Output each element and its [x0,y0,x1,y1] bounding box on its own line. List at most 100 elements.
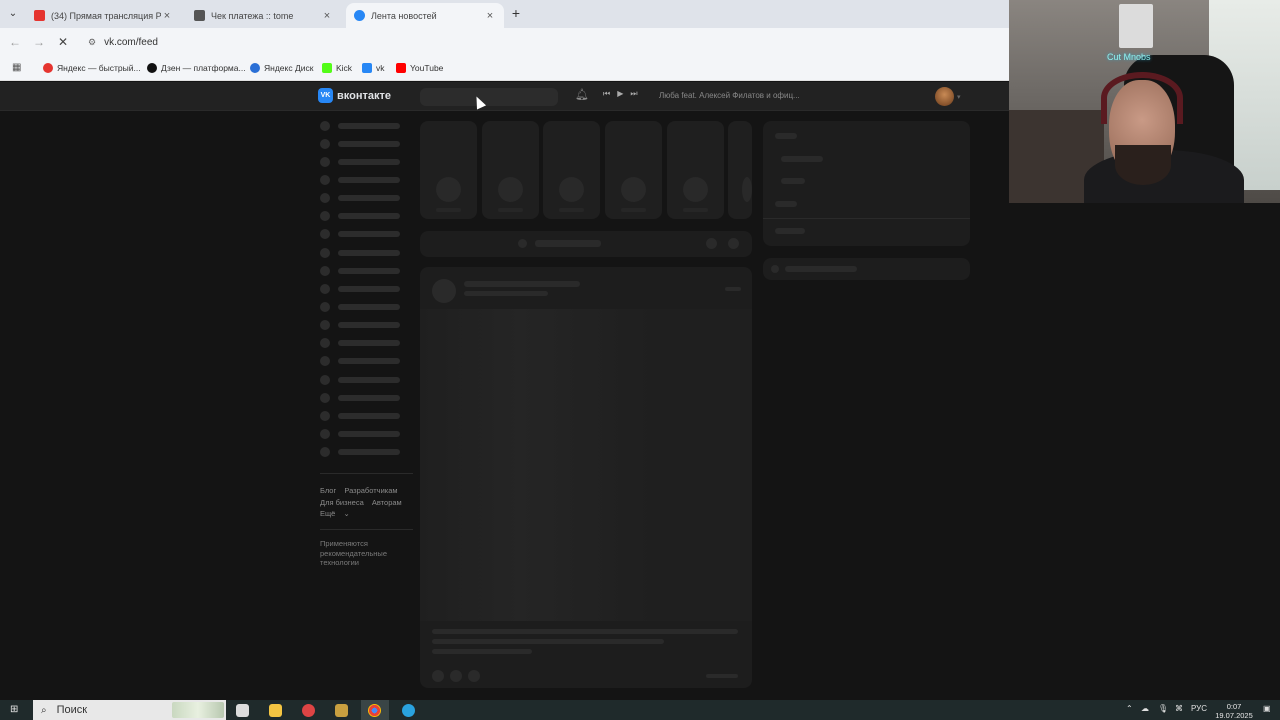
story-avatar-placeholder [436,177,461,202]
story-label-placeholder [683,208,708,212]
story-avatar-placeholder [621,177,646,202]
vk-search-input[interactable] [420,88,558,106]
tab-search-chevron-icon[interactable]: ⌄ [4,6,22,22]
tab-payment-receipt[interactable]: Чек платежа :: tome × [186,3,341,28]
site-settings-icon[interactable]: ⚙ [88,37,96,48]
next-track-icon[interactable]: ⏭ [630,89,637,99]
composer-icon-placeholder [518,239,527,248]
system-clock[interactable]: 0:07 19.07.2025 [1214,702,1254,720]
previous-track-icon[interactable]: ⏮ [603,89,610,99]
youtube-icon [396,63,406,73]
chrome-icon[interactable] [368,704,381,717]
bookmark-yandex-disk[interactable]: Яндекс Диск [250,61,313,75]
profile-menu[interactable]: ▾ [935,87,961,106]
filter-item-placeholder[interactable] [781,156,823,162]
filter-item-placeholder[interactable] [781,178,805,184]
story-label-placeholder [498,208,523,212]
filter-item-placeholder[interactable] [775,201,797,207]
story-placeholder[interactable] [543,121,600,219]
task-view-icon[interactable] [236,704,249,717]
browser-toolbar: ← → ✕ ⚙ vk.com/feed [0,28,1009,57]
vk-icon [362,63,372,73]
bookmark-dzen[interactable]: Дзен — платформа... [147,61,246,75]
sidebar-icon-placeholder [320,157,330,167]
post-author-avatar-placeholder [432,279,456,303]
story-placeholder[interactable] [667,121,724,219]
play-icon[interactable]: ▶ [617,89,623,99]
bookmark-label: YouTube [410,63,444,73]
close-tab-icon[interactable]: × [484,10,496,22]
sidebar-icon-placeholder [320,356,330,366]
forward-arrow-icon[interactable]: → [31,34,47,50]
sidebar-label-placeholder [338,231,400,237]
post-composer-placeholder[interactable] [420,231,752,257]
sidebar-icon-placeholder [320,320,330,330]
vk-logo-icon: VK [318,88,333,103]
story-avatar-placeholder [498,177,523,202]
feed-filters-placeholder [763,121,970,246]
vk-brand-name: вконтакте [337,89,392,102]
filter-item-placeholder[interactable] [775,133,797,139]
story-placeholder[interactable] [482,121,539,219]
microphone-icon[interactable]: 🎙︎ [1158,704,1168,713]
app-gold-icon[interactable] [335,704,348,717]
post-text-line-placeholder [432,629,738,634]
vk-logo[interactable]: VK вконтакте [318,88,391,103]
story-placeholder[interactable] [420,121,477,219]
comment-button-placeholder[interactable] [450,670,462,682]
bookmark-kick[interactable]: Kick [322,61,352,75]
tab-youtube-stream[interactable]: (34) Прямая трансляция Perso × [26,3,181,28]
notifications-icon[interactable]: ▣ [1263,704,1271,713]
story-avatar-placeholder [683,177,708,202]
sidebar-icon-placeholder [320,411,330,421]
recommendation-note[interactable]: Применяются рекомендательные технологии [320,539,410,568]
tab-title: (34) Прямая трансляция Perso [51,10,161,21]
sidebar-icon-placeholder [320,375,330,385]
story-placeholder[interactable] [728,121,752,219]
address-bar[interactable]: ⚙ vk.com/feed [80,31,1009,54]
windows-start-icon[interactable]: ⊞ [10,704,22,716]
file-explorer-icon[interactable] [269,704,282,717]
tab-news-feed[interactable]: Лента новостей × [346,3,504,28]
new-tab-button[interactable]: + [509,5,523,21]
views-count-placeholder [706,674,738,678]
sidebar-label-placeholder [338,304,400,310]
close-tab-icon[interactable]: × [161,10,173,22]
post-text-line-placeholder [432,649,532,654]
footer-link-more[interactable]: Ещё [320,509,335,518]
sidebar-icon-placeholder [320,338,330,348]
network-icon[interactable]: ⌘ [1175,704,1183,713]
bookmark-youtube[interactable]: YouTube [396,61,443,75]
post-text-line-placeholder [432,639,664,644]
bookmark-yandex[interactable]: Яндекс — быстрый... [43,61,141,75]
bookmark-vk[interactable]: vk [362,61,385,75]
story-avatar-placeholder [559,177,584,202]
now-playing-track[interactable]: Люба feat. Алексей Филатов и офиц... [659,91,800,100]
filter-item-placeholder[interactable] [775,228,805,234]
bookmark-label: vk [376,63,385,73]
stop-loading-icon[interactable]: ✕ [55,34,71,50]
like-button-placeholder[interactable] [432,670,444,682]
tray-expand-chevron-icon[interactable]: ⌃ [1126,704,1133,713]
footer-link-authors[interactable]: Авторам [372,498,402,507]
footer-link-blog[interactable]: Блог [320,486,336,495]
chevron-down-icon: ⌄ [343,509,350,518]
share-button-placeholder[interactable] [468,670,480,682]
notifications-bell-icon[interactable]: 🔔︎ [575,88,589,101]
recommendations-placeholder[interactable] [763,258,970,280]
taskbar-search[interactable]: ⌕ Поиск [33,700,226,720]
language-indicator[interactable]: РУС [1191,704,1207,713]
back-arrow-icon[interactable]: ← [7,34,23,50]
tab-title: Лента новостей [371,10,437,21]
apps-grid-icon[interactable]: ▦ [12,62,23,73]
close-tab-icon[interactable]: × [321,10,333,22]
telegram-icon[interactable] [402,704,415,717]
story-placeholder[interactable] [605,121,662,219]
bookmark-label: Kick [336,63,353,73]
app-red-icon[interactable] [302,704,315,717]
footer-link-developers[interactable]: Разработчикам [344,486,397,495]
clock-date: 19.07.2025 [1215,711,1253,720]
sidebar-label-placeholder [338,286,400,292]
cloud-icon[interactable]: ☁ [1141,704,1149,713]
footer-link-business[interactable]: Для бизнеса [320,498,364,507]
